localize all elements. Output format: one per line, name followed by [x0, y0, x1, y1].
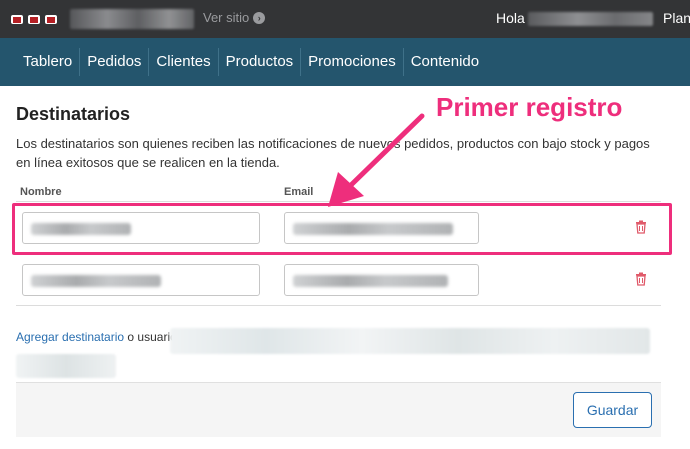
- annotation-arrow-icon: [328, 113, 425, 207]
- user-name-redacted: [528, 12, 653, 26]
- recipient-email-input[interactable]: [284, 264, 479, 296]
- arrow-right-circle-icon: ›: [253, 11, 266, 24]
- recipient-name-input[interactable]: [22, 264, 260, 296]
- user-select-redacted[interactable]: [170, 328, 650, 354]
- nav-item-clientes[interactable]: Clientes: [148, 48, 217, 76]
- view-site-link[interactable]: Ver sitio ›: [203, 10, 266, 25]
- top-bar: Ver sitio › Hola Plan: [0, 0, 690, 38]
- nav-item-pedidos[interactable]: Pedidos: [79, 48, 148, 76]
- annotation-highlight-box: [12, 203, 672, 255]
- nav-item-productos[interactable]: Productos: [217, 48, 301, 76]
- plan-link[interactable]: Plan: [663, 10, 690, 26]
- nav-item-promociones[interactable]: Promociones: [300, 48, 403, 76]
- redacted-value: [31, 275, 161, 287]
- view-site-label[interactable]: Ver sitio: [203, 10, 249, 25]
- add-recipient-row: Agregar destinatario o usuario:: [16, 330, 180, 344]
- column-header-name: Nombre: [20, 186, 62, 198]
- form-footer: [16, 382, 661, 437]
- nav-item-tablero[interactable]: Tablero: [17, 48, 79, 76]
- trash-icon[interactable]: [634, 272, 648, 286]
- main-nav: Tablero Pedidos Clientes Productos Promo…: [0, 38, 690, 86]
- redacted-value: [293, 275, 448, 287]
- nav-item-contenido[interactable]: Contenido: [402, 48, 486, 76]
- store-logo[interactable]: [10, 12, 60, 26]
- annotation-label: Primer registro: [436, 92, 623, 122]
- store-name-redacted: [70, 9, 194, 29]
- greeting: Hola: [496, 10, 525, 26]
- column-header-email: Email: [284, 186, 314, 198]
- add-recipient-link[interactable]: Agregar destinatario: [16, 330, 124, 344]
- save-button[interactable]: Guardar: [573, 392, 652, 428]
- row-divider: [16, 305, 661, 306]
- section-title: Destinatarios: [16, 104, 131, 124]
- user-select-redacted[interactable]: [16, 354, 116, 378]
